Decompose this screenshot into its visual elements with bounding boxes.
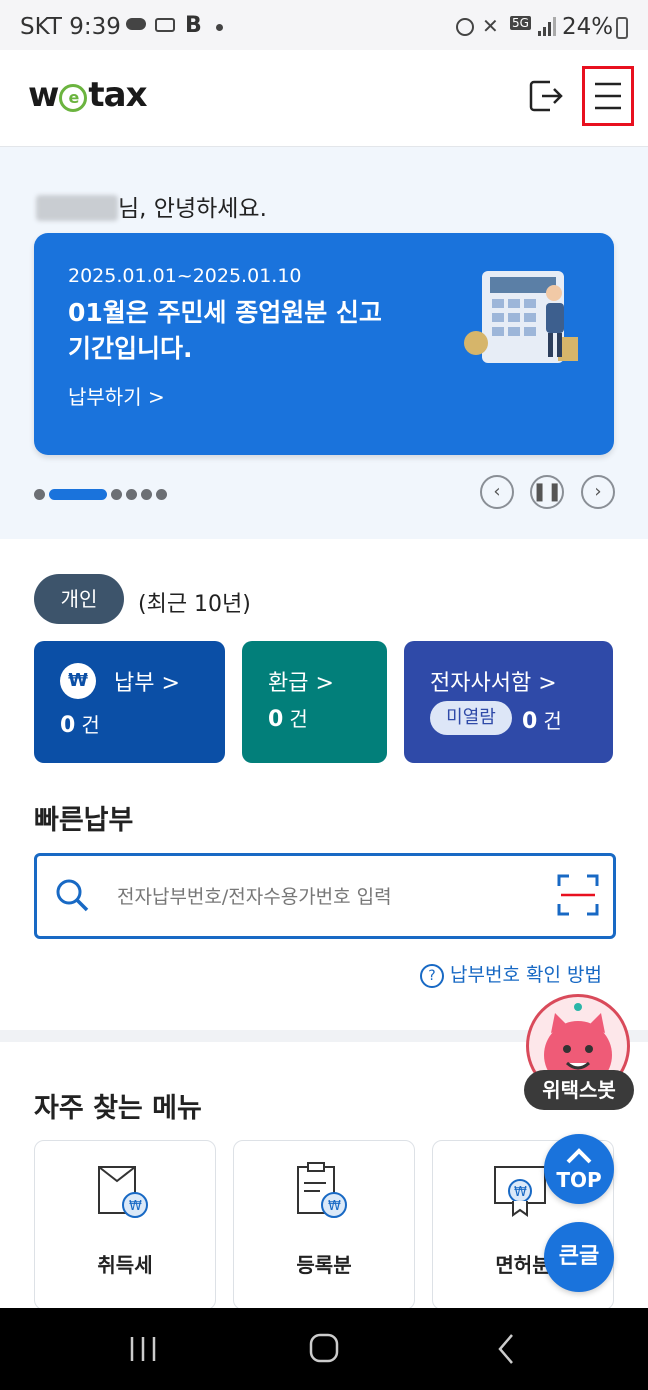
large-text-button[interactable]: 큰글 (544, 1222, 614, 1292)
carousel-dot-active[interactable] (49, 489, 107, 500)
app-header: w e tax (0, 50, 648, 147)
user-name-blurred (36, 195, 118, 221)
hamburger-menu-button[interactable] (582, 66, 634, 126)
carousel-indicator (34, 484, 171, 503)
search-icon[interactable] (55, 878, 89, 912)
payment-label: 납부 > (114, 671, 180, 696)
menu-label: 취득세 (97, 1253, 153, 1277)
search-placeholder[interactable]: 전자납부번호/전자수용가번호 입력 (117, 882, 392, 909)
greeting-text: 님, 안녕하세요. (118, 196, 267, 222)
clipboard-won-icon: ₩ (297, 1162, 347, 1218)
wetax-bot-button[interactable]: 위택스봇 (524, 994, 634, 1118)
banner-title: 01월은 주민세 종업원분 신고 기간입니다. (68, 298, 382, 363)
logo-part: w (28, 75, 59, 115)
carousel-pause-button[interactable]: ❚❚ (530, 475, 564, 509)
calculator-illustration-icon (464, 271, 578, 363)
carousel-dot[interactable] (34, 489, 45, 500)
user-type-pill[interactable]: 개인 (34, 574, 124, 624)
carousel-prev-button[interactable]: ‹ (480, 475, 514, 509)
mute-icon: ✕ (482, 14, 499, 38)
battery-icon (616, 17, 628, 39)
carousel-dot[interactable] (156, 489, 167, 500)
cloud-icon (126, 18, 146, 30)
mailbox-card[interactable]: 전자사서함 > 미열람 0건 (404, 641, 613, 763)
carousel-dot[interactable] (111, 489, 122, 500)
b-icon: B (185, 13, 202, 38)
quick-pay-title: 빠른납부 (34, 805, 134, 836)
wetax-logo[interactable]: w e tax (28, 75, 148, 115)
dot-icon (216, 24, 223, 31)
menu-card-acquisition-tax[interactable]: ₩ 취득세 (34, 1140, 216, 1310)
logo-part: tax (88, 75, 147, 115)
notice-banner[interactable]: 2025.01.01~2025.01.10 01월은 주민세 종업원분 신고 기… (34, 233, 614, 455)
logo-e-mark: e (59, 84, 88, 112)
scroll-top-button[interactable]: TOP (544, 1134, 614, 1204)
signal-icon (538, 17, 556, 36)
menu-label: 등록분 (296, 1253, 352, 1277)
hamburger-icon (595, 82, 621, 110)
greeting: 님, 안녕하세요. (36, 189, 267, 223)
won-icon: ₩ (60, 663, 96, 699)
help-link-text: 납부번호 확인 방법 (450, 964, 602, 986)
menu-card-registration[interactable]: ₩ 등록분 (233, 1140, 415, 1310)
voicemail-icon (155, 18, 175, 32)
refund-count-value: 0 (268, 707, 284, 732)
payment-count-unit: 건 (81, 713, 100, 737)
top-label: TOP (556, 1168, 602, 1192)
hero-section: 님, 안녕하세요. 2025.01.01~2025.01.10 01월은 주민세… (0, 147, 648, 539)
refund-count-unit: 건 (289, 707, 308, 731)
mailbox-count-value: 0 (522, 709, 538, 734)
carousel-dot[interactable] (126, 489, 137, 500)
payment-count: 0건 (60, 709, 100, 738)
recent-apps-icon[interactable] (128, 1334, 158, 1364)
chevron-up-icon (566, 1148, 592, 1164)
carousel-dot[interactable] (141, 489, 152, 500)
svg-text:₩: ₩ (328, 1199, 341, 1214)
svg-text:₩: ₩ (514, 1185, 527, 1200)
system-nav-bar (0, 1308, 648, 1390)
mailbox-label: 전자사서함 > (430, 671, 557, 696)
bot-label: 위택스봇 (524, 1070, 634, 1110)
payment-number-help-link[interactable]: ? 납부번호 확인 방법 (420, 960, 602, 988)
payment-card[interactable]: ₩ 납부 > 0건 (34, 641, 225, 763)
refund-count: 0건 (268, 703, 308, 732)
status-bar: SKT 9:39 B ✕ 5G 24% (0, 0, 648, 50)
refund-card[interactable]: 환급 > 0건 (242, 641, 387, 763)
mailbox-count-unit: 건 (543, 709, 562, 733)
logout-icon[interactable] (528, 78, 564, 114)
unread-badge: 미열람 (430, 701, 512, 735)
battery-percent: 24% (562, 14, 614, 40)
document-won-icon: ₩ (98, 1166, 148, 1218)
frequent-menu-title: 자주 찾는 메뉴 (34, 1093, 202, 1124)
banner-date: 2025.01.01~2025.01.10 (68, 265, 302, 287)
banner-pay-link[interactable]: 납부하기 > (68, 381, 165, 410)
refund-label: 환급 > (268, 671, 334, 696)
scan-icon[interactable] (557, 874, 599, 916)
question-icon: ? (420, 964, 444, 988)
carrier-time: SKT 9:39 (20, 14, 121, 40)
period-label: (최근 10년) (138, 592, 251, 617)
home-icon[interactable] (308, 1332, 340, 1364)
carousel-next-button[interactable]: › (581, 475, 615, 509)
alarm-icon (456, 18, 474, 36)
quick-pay-search-field[interactable]: 전자납부번호/전자수용가번호 입력 (34, 853, 616, 939)
back-icon[interactable] (494, 1332, 518, 1366)
network-5g-icon: 5G (510, 16, 531, 30)
svg-text:₩: ₩ (129, 1199, 142, 1214)
payment-count-value: 0 (60, 713, 76, 738)
mailbox-count: 0건 (522, 705, 562, 734)
